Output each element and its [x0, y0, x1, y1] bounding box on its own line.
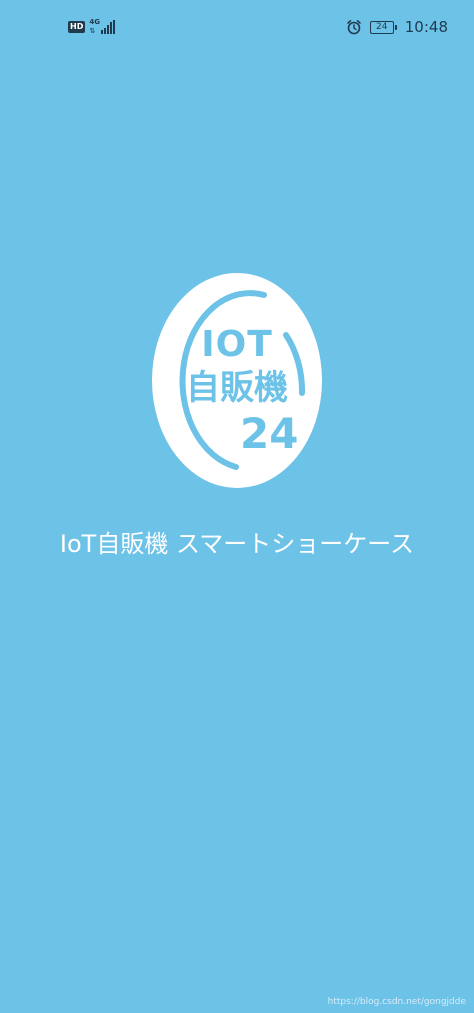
status-bar-clock: 10:48 [404, 18, 448, 36]
status-bar-right: 24 10:48 [346, 17, 448, 37]
battery-level: 24 [369, 20, 394, 34]
logo-text-number: 24 [240, 409, 299, 458]
data-arrows-icon: ⇅ [89, 27, 96, 35]
status-bar-left: HD 4G ⇅ [68, 17, 116, 37]
splash-screen: HD 4G ⇅ 24 10:48 IOT 自販機 24 IoT自販機 スマートシ… [0, 0, 474, 1013]
battery-icon: 24 [369, 20, 397, 34]
app-logo: IOT 自販機 24 [152, 273, 322, 488]
alarm-clock-icon [346, 20, 361, 35]
logo-text-vending-machine: 自販機 [186, 368, 288, 408]
watermark-text: https://blog.csdn.net/gongjdde [327, 997, 466, 1007]
cellular-signal-icon: 4G ⇅ [89, 18, 116, 36]
app-title: IoT自販機 スマートショーケース [59, 530, 415, 558]
signal-bars-icon [101, 20, 116, 34]
status-bar: HD 4G ⇅ 24 10:48 [0, 0, 474, 56]
network-type-label: 4G [89, 18, 100, 26]
logo-text-iot: IOT [201, 324, 273, 365]
hd-badge: HD [68, 21, 86, 33]
